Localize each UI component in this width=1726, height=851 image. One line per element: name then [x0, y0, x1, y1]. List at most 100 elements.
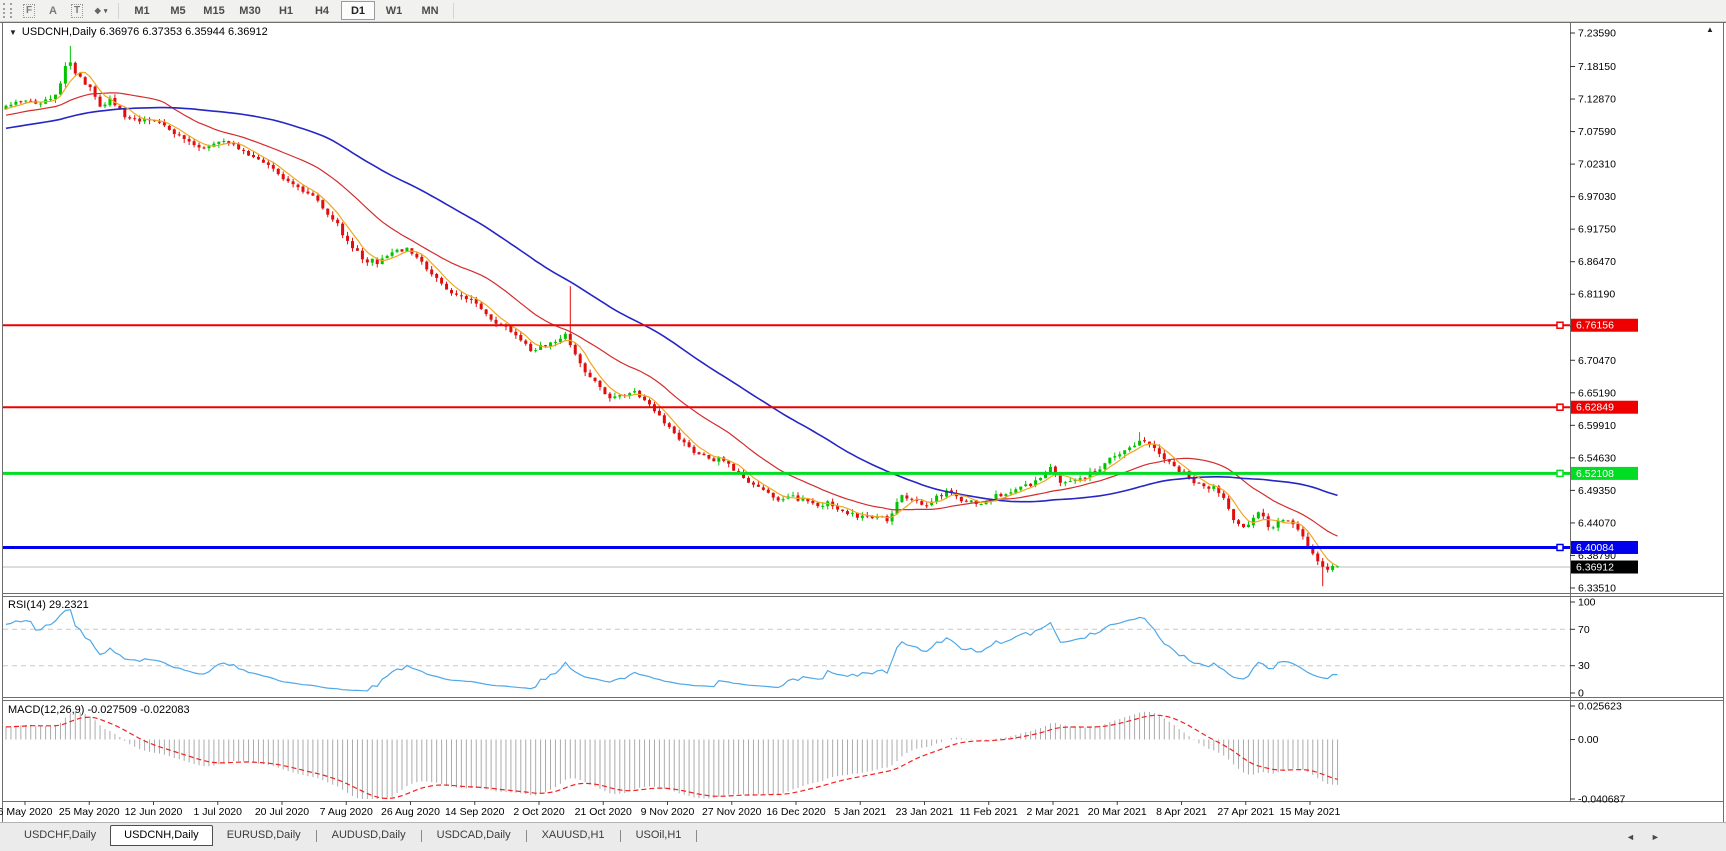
- svg-text:6.86470: 6.86470: [1578, 256, 1616, 268]
- svg-text:9 Nov 2020: 9 Nov 2020: [641, 806, 695, 818]
- chart-window-bg: [0, 22, 1726, 822]
- svg-text:6.40084: 6.40084: [1576, 542, 1614, 554]
- svg-text:23 Jan 2021: 23 Jan 2021: [896, 806, 954, 818]
- svg-text:7 Aug 2020: 7 Aug 2020: [320, 806, 373, 818]
- svg-text:11 Feb 2021: 11 Feb 2021: [960, 806, 1018, 818]
- timeframe-d1-button[interactable]: D1: [341, 1, 375, 20]
- chart-tab-xauusd[interactable]: XAUUSD,H1: [528, 825, 619, 846]
- timeframes-group: M1 M5 M15 M30 H1 H4 D1 W1 MN: [124, 1, 448, 20]
- svg-text:7.23590: 7.23590: [1578, 27, 1616, 39]
- svg-text:0: 0: [1578, 688, 1584, 700]
- text-tool-icon: A: [49, 4, 57, 17]
- svg-text:6.70470: 6.70470: [1578, 355, 1616, 367]
- hline-handle[interactable]: [1556, 543, 1564, 552]
- svg-text:25 May 2020: 25 May 2020: [59, 806, 120, 818]
- svg-text:27 Apr 2021: 27 Apr 2021: [1217, 806, 1274, 818]
- svg-text:20 Mar 2021: 20 Mar 2021: [1088, 806, 1147, 818]
- svg-text:6.97030: 6.97030: [1578, 191, 1616, 203]
- svg-text:6.62849: 6.62849: [1576, 402, 1614, 414]
- tab-scroll-right-icon[interactable]: ►: [1651, 832, 1660, 842]
- subwindow-collapse-icon[interactable]: ▲: [1706, 25, 1714, 34]
- tab-separator: [315, 830, 317, 842]
- drawing-tools-group: F A T ◆ ▾: [17, 2, 113, 20]
- svg-text:5 Jan 2021: 5 Jan 2021: [834, 806, 886, 818]
- fibonacci-tool-icon: F: [22, 3, 36, 18]
- svg-text:21 Oct 2020: 21 Oct 2020: [575, 806, 632, 818]
- arrows-tool[interactable]: ◆ ▾: [91, 2, 111, 20]
- timeframe-m30-button[interactable]: M30: [233, 1, 267, 20]
- svg-text:-0.040687: -0.040687: [1578, 794, 1625, 806]
- svg-text:26 Aug 2020: 26 Aug 2020: [381, 806, 440, 818]
- timeframe-w1-button[interactable]: W1: [377, 1, 411, 20]
- svg-text:7.12870: 7.12870: [1578, 94, 1616, 106]
- tab-scrollers: ◄ ►: [1626, 832, 1660, 842]
- hline-handle[interactable]: [1556, 321, 1564, 329]
- chart-title[interactable]: ▼ USDCNH,Daily 6.36976 6.37353 6.35944 6.…: [9, 26, 268, 38]
- svg-text:0.025623: 0.025623: [1578, 701, 1622, 713]
- svg-text:6.91750: 6.91750: [1578, 224, 1616, 236]
- tab-separator: [696, 830, 698, 842]
- symbol-tabbar: USDCHF,Daily USDCNH,Daily EURUSD,Daily AUDU…: [0, 822, 1726, 851]
- svg-text:6.49350: 6.49350: [1578, 485, 1616, 497]
- text-label-tool[interactable]: T: [67, 2, 87, 20]
- svg-text:6.76156: 6.76156: [1576, 320, 1614, 332]
- arrows-tool-icon: ◆: [94, 6, 101, 15]
- symbol-tabs: USDCHF,Daily USDCNH,Daily EURUSD,Daily AUDU…: [10, 825, 698, 846]
- svg-text:6 May 2020: 6 May 2020: [0, 806, 53, 818]
- svg-text:100: 100: [1578, 597, 1596, 609]
- hline-handle[interactable]: [1556, 403, 1564, 411]
- svg-text:6.81190: 6.81190: [1578, 289, 1615, 301]
- svg-text:14 Sep 2020: 14 Sep 2020: [445, 806, 505, 818]
- svg-text:1 Jul 2020: 1 Jul 2020: [194, 806, 243, 818]
- tab-separator: [525, 830, 527, 842]
- svg-text:16 Dec 2020: 16 Dec 2020: [766, 806, 826, 818]
- svg-text:6.52108: 6.52108: [1576, 468, 1614, 480]
- trading-terminal: { "toolbar": { "tools": [ {"name": "fibo…: [0, 0, 1726, 851]
- macd-indicator-label: MACD(12,26,9) -0.027509 -0.022083: [8, 704, 190, 716]
- svg-text:2 Mar 2021: 2 Mar 2021: [1026, 806, 1079, 818]
- tab-separator: [420, 830, 422, 842]
- svg-text:30: 30: [1578, 660, 1590, 672]
- rsi-indicator-label: RSI(14) 29.2321: [8, 599, 89, 611]
- svg-text:6.36912: 6.36912: [1576, 562, 1614, 574]
- toolbar-separator-2: [453, 2, 454, 19]
- svg-text:27 Nov 2020: 27 Nov 2020: [702, 806, 762, 818]
- text-tool[interactable]: A: [43, 2, 63, 20]
- chart-collapse-icon[interactable]: ▼: [9, 28, 17, 37]
- chart-tab-eurusd[interactable]: EURUSD,Daily: [213, 825, 315, 846]
- svg-text:2 Oct 2020: 2 Oct 2020: [513, 806, 565, 818]
- toolbar-grip[interactable]: [3, 3, 12, 18]
- chart-title-text: USDCNH,Daily 6.36976 6.37353 6.35944 6.3…: [21, 26, 268, 38]
- svg-text:8 Apr 2021: 8 Apr 2021: [1156, 806, 1207, 818]
- timeframe-h1-button[interactable]: H1: [269, 1, 303, 20]
- svg-text:70: 70: [1578, 624, 1590, 636]
- chart-tab-usdcnh[interactable]: USDCNH,Daily: [110, 825, 213, 846]
- top-toolbar: F A T ◆ ▾ M1 M5 M15 M30 H1 H4 D1 W1 MN: [0, 0, 1726, 22]
- svg-text:15 May 2021: 15 May 2021: [1280, 806, 1341, 818]
- svg-text:7.02310: 7.02310: [1578, 159, 1616, 171]
- chart-area[interactable]: 7.23590 7.18150 7.12870 7.07590 7.02310 6.970…: [0, 0, 1726, 822]
- svg-text:0.00: 0.00: [1578, 734, 1599, 746]
- tab-scroll-left-icon[interactable]: ◄: [1626, 832, 1635, 842]
- chart-tab-usdchf[interactable]: USDCHF,Daily: [10, 825, 110, 846]
- svg-text:6.33510: 6.33510: [1578, 582, 1616, 594]
- fibonacci-tool[interactable]: F: [19, 2, 39, 20]
- chart-tab-usdcad[interactable]: USDCAD,Daily: [423, 825, 525, 846]
- svg-text:7.07590: 7.07590: [1578, 126, 1616, 138]
- dropdown-caret-icon[interactable]: ▾: [104, 7, 108, 15]
- timeframe-h4-button[interactable]: H4: [305, 1, 339, 20]
- svg-text:7.18150: 7.18150: [1578, 61, 1616, 73]
- svg-text:6.54630: 6.54630: [1578, 452, 1616, 464]
- timeframe-mn-button[interactable]: MN: [413, 1, 447, 20]
- chart-tab-audusd[interactable]: AUDUSD,Daily: [318, 825, 420, 846]
- toolbar-separator: [118, 2, 119, 19]
- timeframe-m1-button[interactable]: M1: [125, 1, 159, 20]
- text-label-tool-icon: T: [70, 3, 84, 18]
- timeframe-m5-button[interactable]: M5: [161, 1, 195, 20]
- hline-handle[interactable]: [1556, 469, 1564, 478]
- svg-text:20 Jul 2020: 20 Jul 2020: [255, 806, 309, 818]
- svg-text:6.44070: 6.44070: [1578, 517, 1616, 529]
- tab-separator: [619, 830, 621, 842]
- timeframe-m15-button[interactable]: M15: [197, 1, 231, 20]
- chart-tab-usoil[interactable]: USOil,H1: [622, 825, 696, 846]
